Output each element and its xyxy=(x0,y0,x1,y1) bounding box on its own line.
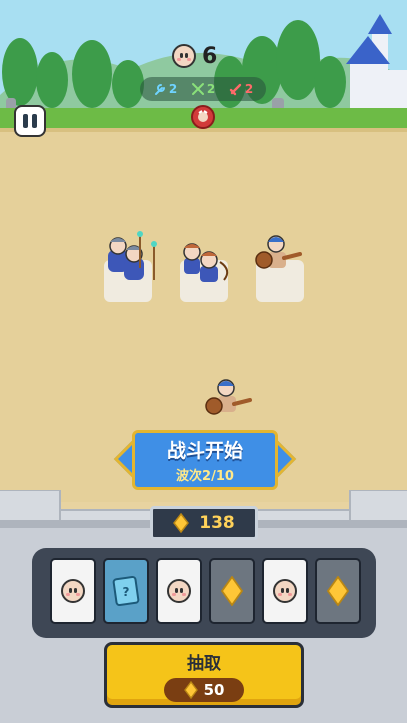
gem-icon xyxy=(183,680,198,699)
draw-button-label: 抽取 xyxy=(187,653,221,674)
stat-crossbow-value: 2 xyxy=(206,82,216,96)
draw-cost-value: 50 xyxy=(203,680,225,699)
pause-button[interactable] xyxy=(14,105,46,137)
card-slot-5[interactable] xyxy=(262,558,308,624)
battle-start-title: 战斗开始 xyxy=(166,440,243,462)
banner-body: 战斗开始 波次2/10 xyxy=(132,430,278,490)
wrench-icon xyxy=(154,84,165,95)
gem-icon xyxy=(173,513,190,533)
battle-start-banner: 战斗开始 波次2/10 xyxy=(113,430,297,490)
face-icon xyxy=(167,579,191,603)
warrior-unit-advancing[interactable] xyxy=(204,376,260,426)
mage-squad[interactable] xyxy=(104,228,164,288)
unit-stats-bar: 2 2 2 xyxy=(140,77,266,101)
pause-icon-bar xyxy=(32,114,37,128)
gem-amount: 138 xyxy=(199,513,235,533)
draw-cost: 50 xyxy=(164,677,244,702)
population-counter: 6 xyxy=(172,40,217,72)
stat-wrench-value: 2 xyxy=(168,82,178,96)
gem-icon xyxy=(221,576,243,606)
stat-sword: 2 xyxy=(229,82,253,96)
gem-counter: 138 xyxy=(150,506,258,540)
face-icon xyxy=(172,44,196,68)
draw-button[interactable]: 抽取 50 xyxy=(104,642,304,708)
stat-wrench: 2 xyxy=(153,82,177,96)
card-slot-4[interactable] xyxy=(209,558,255,624)
face-icon xyxy=(273,579,297,603)
warrior-unit[interactable] xyxy=(254,232,310,282)
card-slot-1[interactable] xyxy=(50,558,96,624)
card-slot-2[interactable]: ? xyxy=(103,558,149,624)
crossbow-icon xyxy=(191,83,204,95)
gem-icon xyxy=(327,576,349,606)
archer-squad[interactable] xyxy=(178,236,236,290)
sword-icon xyxy=(229,83,242,96)
pause-icon-bar xyxy=(23,114,28,128)
population-value: 6 xyxy=(202,43,218,69)
stat-sword-value: 2 xyxy=(244,82,254,96)
castle-tower xyxy=(346,14,407,112)
card-slot-3[interactable] xyxy=(156,558,202,624)
rune-card-icon: ? xyxy=(112,575,140,607)
wave-counter: 波次2/10 xyxy=(176,469,234,484)
stat-crossbow: 2 xyxy=(191,82,215,96)
enemy-boss-icon[interactable] xyxy=(191,105,215,129)
svg-text:?: ? xyxy=(123,585,130,599)
card-slot-6[interactable] xyxy=(315,558,361,624)
face-icon xyxy=(61,579,85,603)
